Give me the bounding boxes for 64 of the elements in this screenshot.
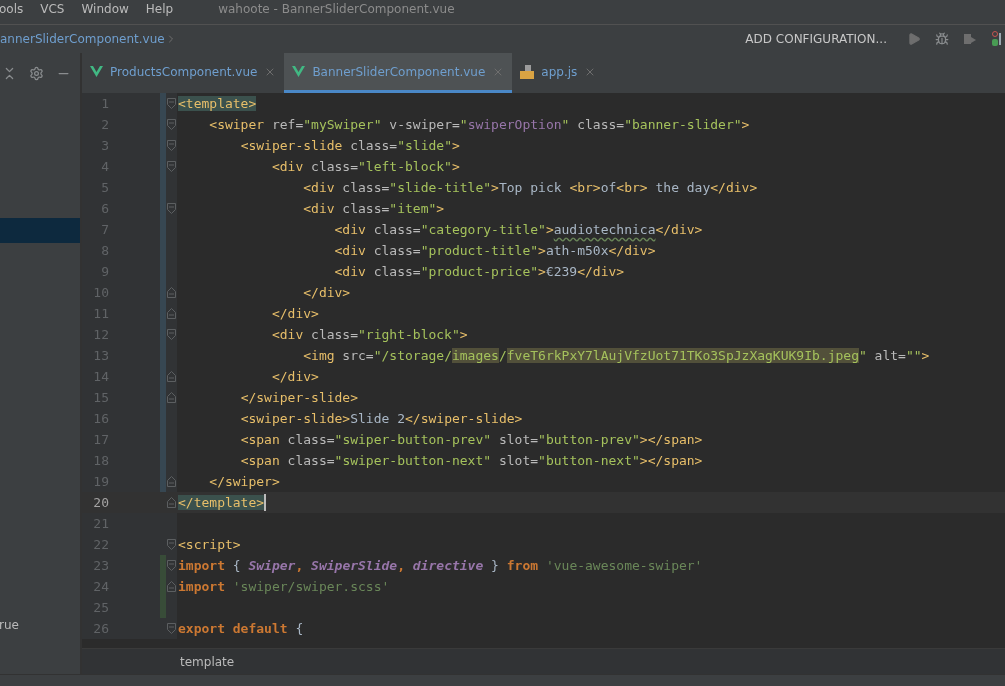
code-line: <script> (178, 537, 241, 552)
fold-marker-icon[interactable] (167, 560, 176, 571)
breadcrumb-item[interactable]: annerSliderComponent.vue (0, 32, 165, 46)
profiler-icon[interactable] (991, 31, 1001, 47)
fold-marker-icon[interactable] (167, 581, 176, 592)
line-number: 20 (92, 495, 109, 510)
fold-marker-icon[interactable] (167, 161, 176, 172)
code-line: <div class="left-block"> (271, 159, 460, 174)
fold-marker-icon[interactable] (167, 539, 176, 550)
editor-tab[interactable]: ProductsComponent.vue (82, 53, 285, 93)
coverage-icon[interactable] (963, 32, 977, 46)
debug-icon[interactable] (935, 32, 949, 46)
code-line: </div> (303, 285, 351, 300)
fold-marker-icon[interactable] (167, 329, 176, 340)
menu-item[interactable]: Help (145, 2, 183, 16)
run-icon[interactable] (907, 32, 921, 46)
code-line: <swiper ref="mySwiper" v-swiper="swiperOption" class="banner-slider"> (209, 117, 750, 132)
code-line: <div class="product-title">ath-m50x</div> (334, 243, 656, 258)
menu-item[interactable]: VCS (40, 2, 74, 16)
fold-marker-icon[interactable] (167, 476, 176, 487)
fold-marker-icon[interactable] (167, 371, 176, 382)
code-line: <swiper-slide class="slide"> (240, 138, 460, 153)
code-line: </swiper> (209, 474, 280, 489)
code-line: export default { (178, 621, 304, 636)
editor-tab[interactable]: app.js (512, 53, 605, 93)
code-line: </div> (271, 306, 319, 321)
fold-marker-icon[interactable] (167, 287, 176, 298)
fold-marker-icon[interactable] (167, 623, 176, 634)
menu-item[interactable]: ools (0, 2, 33, 16)
code-line: <div class="slide-title">Top pick <br>of<br> the day</div> (303, 180, 758, 195)
editor-tab[interactable]: BannerSliderComponent.vue (284, 53, 513, 93)
fold-marker-icon[interactable] (167, 392, 176, 403)
tree-item-label[interactable]: rue (0, 618, 80, 632)
breadcrumb-item[interactable]: template (180, 654, 235, 669)
code-line: <div class="product-price">€239</div> (334, 264, 625, 279)
vue-logo-icon (292, 66, 306, 77)
code-line: <swiper-slide>Slide 2</swiper-slide> (240, 411, 523, 426)
change-marker[interactable] (160, 597, 166, 618)
code-line: import { Swiper, SwiperSlide, directive } from 'vue-awesome-swiper' (178, 558, 703, 573)
window-title: wahoote - BannerSliderComponent.vue (218, 2, 455, 16)
code-line: </div> (271, 369, 319, 384)
text-cursor (264, 494, 267, 511)
fold-marker-icon[interactable] (167, 203, 176, 214)
code-line: <span class="swiper-button-next" slot="button-next"></span> (240, 453, 703, 468)
menu-item[interactable]: Window (81, 2, 138, 16)
code-line: <div class="category-title">audiotechnica</div> (334, 222, 703, 237)
fold-marker-icon[interactable] (167, 308, 176, 319)
code-line: <div class="right-block"> (271, 327, 468, 342)
code-line: <div class="item"> (303, 201, 445, 216)
code-line: </swiper-slide> (240, 390, 359, 405)
fold-marker-icon[interactable] (167, 98, 176, 109)
code-line: <span class="swiper-button-prev" slot="button-prev"></span> (240, 432, 703, 447)
change-marker[interactable] (160, 93, 166, 114)
fold-marker-icon[interactable] (167, 497, 176, 508)
fold-marker-icon[interactable] (167, 140, 176, 151)
fold-marker-icon[interactable] (167, 119, 176, 130)
change-marker[interactable] (160, 471, 166, 492)
change-marker[interactable] (160, 555, 166, 576)
code-line: <img src="/storage/images/fveT6rkPxY7lAujVfzUot71TKo3SpJzXagKUK9Ib.jpeg" alt=""> (303, 348, 930, 363)
vue-logo-icon (90, 66, 103, 77)
add-configuration-button[interactable]: ADD CONFIGURATION... (745, 32, 887, 46)
javascript-file-icon (520, 64, 535, 79)
code-line: import 'swiper/swiper.scss' (178, 579, 390, 594)
settings-icon[interactable] (29, 65, 44, 81)
